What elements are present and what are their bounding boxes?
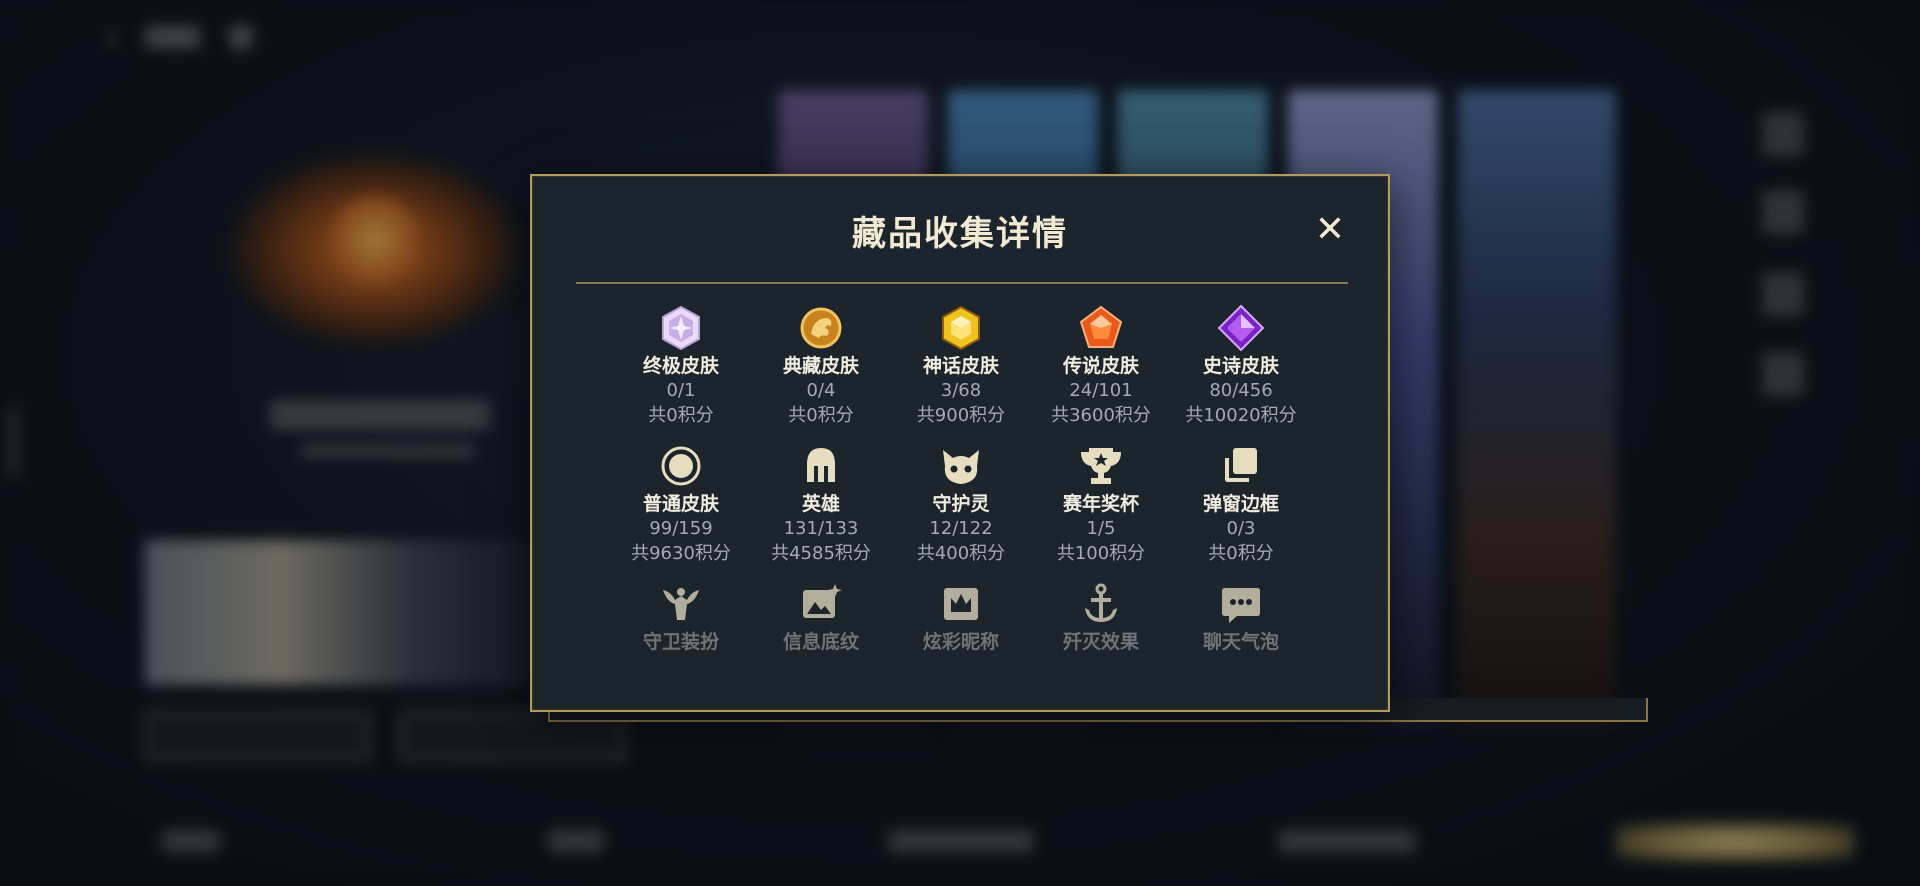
item-points: 共0积分	[1208, 543, 1274, 564]
collection-item[interactable]: 炫彩昵称	[891, 580, 1031, 654]
item-label: 炫彩昵称	[922, 631, 999, 653]
item-label: 弹窗边框	[1202, 493, 1279, 515]
item-label: 守卫装扮	[642, 631, 719, 653]
item-label: 守护灵	[932, 493, 990, 515]
item-label: 史诗皮肤	[1202, 355, 1279, 377]
collection-item[interactable]: 神话皮肤 3/68 共900积分	[891, 304, 1031, 428]
collection-item[interactable]: 典藏皮肤 0/4 共0积分	[751, 304, 891, 428]
item-count: 12/122	[929, 518, 993, 539]
collection-details-modal: 藏品收集详情 ✕ 终极皮肤 0/1 共0积分 典藏皮肤 0/4 共0积分 神话皮…	[530, 174, 1390, 712]
close-icon[interactable]: ✕	[1310, 210, 1350, 250]
legendary-skin-icon	[1079, 305, 1123, 348]
item-label: 英雄	[801, 493, 840, 515]
guardian-spirit-icon	[943, 450, 979, 484]
info-banner-icon	[803, 584, 842, 618]
collection-item[interactable]: 守卫装扮	[611, 580, 751, 654]
epic-skin-icon	[1217, 304, 1265, 352]
prestige-skin-icon	[800, 307, 842, 349]
title-divider	[576, 282, 1348, 284]
item-count: 0/4	[806, 380, 836, 401]
item-points: 共100积分	[1056, 543, 1146, 564]
collection-item[interactable]: 史诗皮肤 80/456 共10020积分	[1171, 304, 1311, 428]
collection-item[interactable]: 守护灵 12/122 共400积分	[891, 442, 1031, 566]
item-count: 1/5	[1086, 518, 1116, 539]
item-points: 共0积分	[648, 405, 714, 426]
ward-skin-icon	[663, 588, 699, 620]
normal-skin-icon	[661, 446, 701, 486]
item-points: 共10020积分	[1185, 405, 1297, 426]
item-count: 80/456	[1209, 380, 1273, 401]
item-points: 共3600积分	[1051, 405, 1151, 426]
item-points: 共9630积分	[631, 543, 731, 564]
item-count: 3/68	[940, 380, 982, 401]
item-label: 终极皮肤	[642, 355, 719, 377]
collection-item[interactable]: 赛年奖杯 1/5 共100积分	[1031, 442, 1171, 566]
collection-grid[interactable]: 终极皮肤 0/1 共0积分 典藏皮肤 0/4 共0积分 神话皮肤 3/68 共9…	[611, 304, 1311, 704]
collection-item[interactable]: 弹窗边框 0/3 共0积分	[1171, 442, 1311, 566]
collection-item[interactable]: 终极皮肤 0/1 共0积分	[611, 304, 751, 428]
collection-item[interactable]: 歼灭效果	[1031, 580, 1171, 654]
item-points: 共400积分	[916, 543, 1006, 564]
item-label: 聊天气泡	[1202, 631, 1279, 653]
collection-item[interactable]: 信息底纹	[751, 580, 891, 654]
ace-effect-icon	[1085, 583, 1117, 622]
item-count: 0/1	[666, 380, 696, 401]
item-count: 131/133	[783, 518, 859, 539]
mythic-skin-icon	[942, 305, 980, 351]
item-label: 普通皮肤	[642, 493, 719, 515]
item-count: 99/159	[649, 518, 713, 539]
item-label: 赛年奖杯	[1062, 493, 1139, 515]
item-label: 歼灭效果	[1062, 631, 1139, 653]
season-trophy-icon	[1081, 448, 1121, 484]
item-label: 信息底纹	[782, 631, 859, 653]
popup-frame-icon	[1225, 448, 1257, 482]
collection-item[interactable]: 英雄 131/133 共4585积分	[751, 442, 891, 566]
collection-item[interactable]: 传说皮肤 24/101 共3600积分	[1031, 304, 1171, 428]
item-label: 传说皮肤	[1062, 355, 1139, 377]
colorful-nickname-icon	[944, 588, 978, 620]
item-count: 0/3	[1226, 518, 1256, 539]
item-points: 共4585积分	[771, 543, 871, 564]
item-points: 共900积分	[916, 405, 1006, 426]
item-count: 24/101	[1069, 380, 1133, 401]
modal-title: 藏品收集详情	[852, 214, 1068, 254]
hero-helmet-icon	[807, 448, 835, 482]
collection-item[interactable]: 聊天气泡	[1171, 580, 1311, 654]
ultimate-skin-icon	[662, 305, 700, 351]
item-points: 共0积分	[788, 405, 854, 426]
item-label: 神话皮肤	[922, 355, 999, 377]
item-label: 典藏皮肤	[782, 355, 859, 377]
chat-bubble-icon	[1222, 588, 1260, 623]
collection-item[interactable]: 普通皮肤 99/159 共9630积分	[611, 442, 751, 566]
scroll-fade	[611, 674, 1311, 704]
